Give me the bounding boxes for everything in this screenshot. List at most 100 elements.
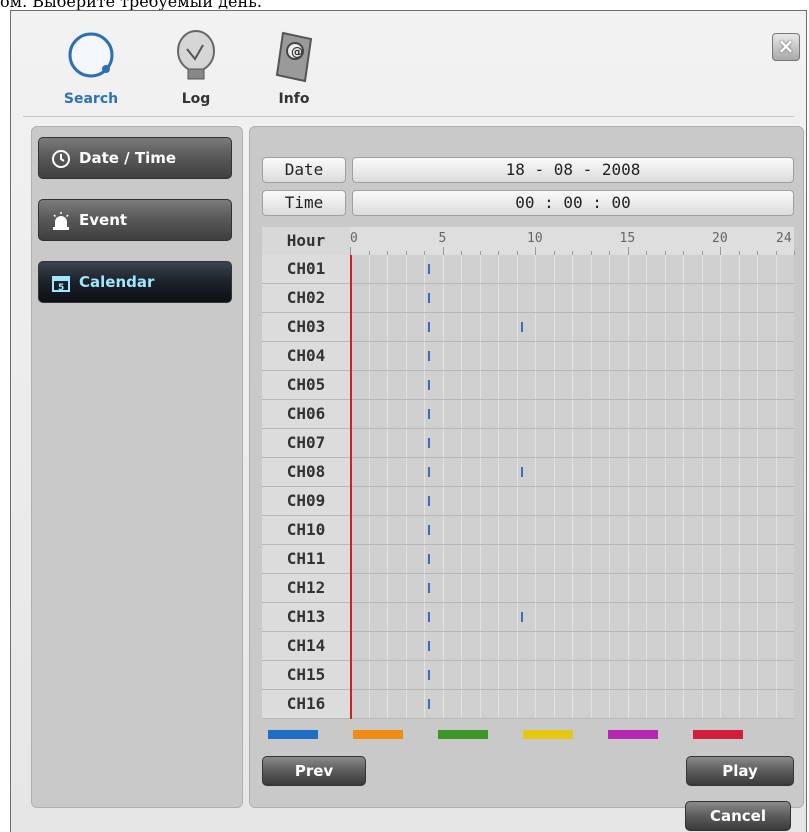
hour-gridline <box>646 574 647 602</box>
channel-track[interactable] <box>350 603 794 631</box>
recording-mark[interactable] <box>428 322 430 332</box>
hour-gridline <box>405 487 407 515</box>
hour-gridline <box>590 284 592 312</box>
recording-mark[interactable] <box>520 612 523 622</box>
recording-mark[interactable] <box>428 496 430 506</box>
recording-mark[interactable] <box>428 525 430 535</box>
hour-gridline <box>572 545 573 573</box>
recording-mark[interactable] <box>428 293 430 303</box>
close-button[interactable]: × <box>772 33 800 61</box>
recording-mark[interactable] <box>428 380 430 390</box>
channel-row[interactable]: CH16 <box>262 690 794 719</box>
channel-track[interactable] <box>350 545 794 573</box>
recording-mark[interactable] <box>428 612 430 622</box>
hour-gridline <box>535 690 536 718</box>
hour-gridline <box>720 574 721 602</box>
recording-mark[interactable] <box>428 409 430 419</box>
channel-track[interactable] <box>350 661 794 689</box>
channel-row[interactable]: CH01 <box>262 255 794 284</box>
timeline-grid[interactable]: Hour 0 5 10 15 20 24 CH01 CH02 CH03 CH04 CH05 CH06… <box>262 227 795 719</box>
channel-track[interactable] <box>350 429 794 457</box>
hour-gridline <box>572 284 573 312</box>
hour-gridline <box>387 516 388 544</box>
channel-track[interactable] <box>350 458 794 486</box>
hour-gridline <box>553 313 555 341</box>
hour-gridline <box>368 661 370 689</box>
recording-mark[interactable] <box>520 467 523 477</box>
hour-gridline <box>609 487 610 515</box>
channel-row[interactable]: CH11 <box>262 545 794 574</box>
channel-row[interactable]: CH13 <box>262 603 794 632</box>
channel-track[interactable] <box>350 313 794 341</box>
toolbar-info-button[interactable]: @ Info <box>259 23 329 107</box>
channel-row[interactable]: CH03 <box>262 313 794 342</box>
channel-row[interactable]: CH06 <box>262 400 794 429</box>
hour-gridline <box>609 661 610 689</box>
channel-row[interactable]: CH14 <box>262 632 794 661</box>
hour-gridline <box>701 284 703 312</box>
hour-gridline <box>738 284 740 312</box>
hour-gridline <box>516 690 518 718</box>
hour-tick <box>442 247 444 255</box>
channel-row[interactable]: CH12 <box>262 574 794 603</box>
channel-row[interactable]: CH09 <box>262 487 794 516</box>
recording-mark[interactable] <box>428 467 430 477</box>
hour-gridline <box>498 284 499 312</box>
sidebar-item-date-time[interactable]: Date / Time <box>38 137 232 179</box>
channel-track[interactable] <box>350 255 794 283</box>
channel-row[interactable]: CH08 <box>262 458 794 487</box>
cancel-button[interactable]: Cancel <box>685 801 791 831</box>
hour-gridline <box>683 487 684 515</box>
sidebar-item-calendar[interactable]: 5 Calendar <box>38 261 232 303</box>
channel-track[interactable] <box>350 574 794 602</box>
toolbar-search-button[interactable]: Search <box>56 23 126 107</box>
recording-mark[interactable] <box>428 699 430 709</box>
recording-mark[interactable] <box>520 322 523 332</box>
hour-gridline <box>387 574 388 602</box>
date-field[interactable]: 18 - 08 - 2008 <box>352 157 794 183</box>
channel-track[interactable] <box>350 487 794 515</box>
channel-row[interactable]: CH15 <box>262 661 794 690</box>
channel-row[interactable]: CH10 <box>262 516 794 545</box>
hour-gridline <box>701 371 703 399</box>
channel-track[interactable] <box>350 342 794 370</box>
recording-mark[interactable] <box>428 583 430 593</box>
legend-color-swatch <box>608 730 658 739</box>
hour-gridline <box>498 313 499 341</box>
hour-gridline <box>590 545 592 573</box>
channel-row[interactable]: CH05 <box>262 371 794 400</box>
hour-gridline <box>424 690 425 718</box>
play-button[interactable]: Play <box>686 756 794 786</box>
hour-gridline <box>553 400 555 428</box>
hour-gridline <box>627 429 629 457</box>
recording-mark[interactable] <box>428 351 430 361</box>
recording-mark[interactable] <box>428 554 430 564</box>
recording-mark[interactable] <box>428 264 430 274</box>
hour-gridline <box>646 690 647 718</box>
channel-track[interactable] <box>350 632 794 660</box>
hour-gridline <box>442 487 444 515</box>
hour-gridline <box>757 458 758 486</box>
recording-mark[interactable] <box>428 670 430 680</box>
hour-gridline <box>424 574 425 602</box>
hour-scale: 0 5 10 15 20 24 <box>350 227 795 256</box>
channel-track[interactable] <box>350 284 794 312</box>
channel-track[interactable] <box>350 371 794 399</box>
channel-row[interactable]: CH02 <box>262 284 794 313</box>
sidebar-item-event[interactable]: Event <box>38 199 232 241</box>
hour-gridline <box>720 661 721 689</box>
prev-button[interactable]: Prev <box>262 756 366 786</box>
toolbar-log-button[interactable]: Log <box>161 23 231 107</box>
channel-row[interactable]: CH07 <box>262 429 794 458</box>
time-field[interactable]: 00 : 00 : 00 <box>352 190 794 216</box>
channel-track[interactable] <box>350 690 794 718</box>
channel-name: CH13 <box>262 603 350 631</box>
channel-row[interactable]: CH04 <box>262 342 794 371</box>
hour-gridline <box>424 516 425 544</box>
recording-mark[interactable] <box>428 641 430 651</box>
channel-track[interactable] <box>350 400 794 428</box>
hour-tick-label: 24 <box>776 231 792 246</box>
hour-gridline <box>590 255 592 283</box>
recording-mark[interactable] <box>428 438 430 448</box>
channel-track[interactable] <box>350 516 794 544</box>
